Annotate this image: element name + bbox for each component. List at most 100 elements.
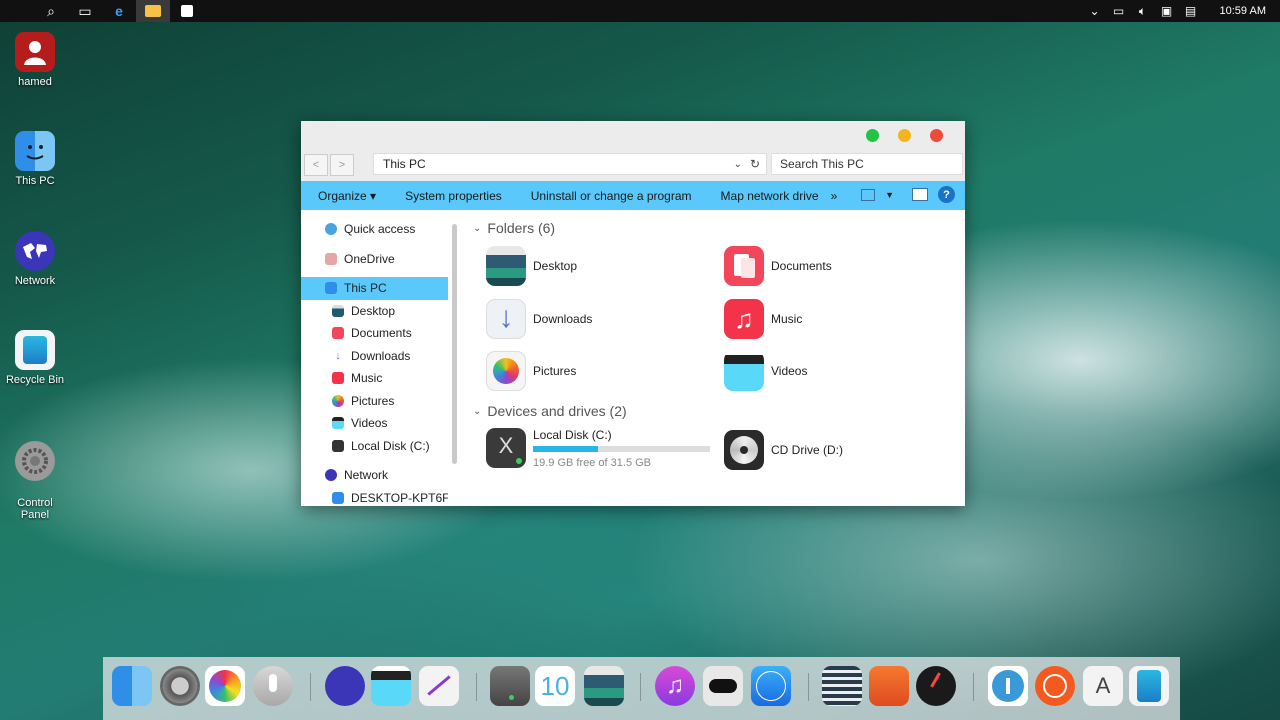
address-bar[interactable]: This PC ⌄ ↻ bbox=[373, 153, 767, 175]
folder-documents[interactable]: Documents bbox=[724, 246, 832, 286]
store-icon[interactable] bbox=[170, 0, 204, 22]
close-button[interactable] bbox=[930, 129, 943, 142]
folder-desktop[interactable]: Desktop bbox=[486, 246, 577, 286]
documents-icon bbox=[724, 246, 764, 286]
nav-item-videos[interactable]: Videos bbox=[301, 412, 448, 435]
edge-icon[interactable]: e bbox=[102, 0, 136, 22]
minimize-button[interactable] bbox=[898, 129, 911, 142]
file-explorer-icon[interactable] bbox=[136, 0, 170, 22]
system-preferences-icon[interactable] bbox=[160, 666, 200, 706]
desktop-icon-control-panel[interactable]: Control Panel bbox=[0, 429, 70, 533]
view-options-icon[interactable] bbox=[861, 188, 876, 201]
rocket-icon[interactable] bbox=[869, 666, 909, 706]
address-row: < > This PC ⌄ ↻ Search This PC bbox=[301, 151, 965, 181]
nav-item-quick-access[interactable]: Quick access bbox=[301, 218, 448, 241]
folder-downloads[interactable]: ↓ Downloads bbox=[486, 299, 592, 339]
drive-local-disk-c[interactable]: X Local Disk (C:) 19.9 GB free of 31.5 G… bbox=[486, 428, 710, 469]
globe-icon[interactable] bbox=[325, 666, 365, 706]
windows-10-icon[interactable]: 10 bbox=[535, 666, 575, 706]
cd-drive-icon bbox=[724, 430, 764, 470]
preview-pane-icon[interactable] bbox=[912, 188, 928, 201]
desktop-icon-this-pc[interactable]: This PC bbox=[0, 131, 70, 187]
drive-icon[interactable] bbox=[490, 666, 530, 706]
nav-item-music[interactable]: Music bbox=[301, 367, 448, 390]
organize-button[interactable]: Organize ▾ bbox=[301, 189, 388, 203]
pen-icon[interactable] bbox=[419, 666, 459, 706]
folder-music[interactable]: ♫ Music bbox=[724, 299, 802, 339]
chevron-down-icon: ⌄ bbox=[473, 405, 482, 417]
chevron-down-icon[interactable]: ⌄ bbox=[734, 159, 742, 170]
desktop-icon[interactable] bbox=[584, 666, 624, 706]
dashboard-icon[interactable] bbox=[916, 666, 956, 706]
devices-group-header[interactable]: ⌄ Devices and drives (2) bbox=[473, 403, 627, 419]
nav-item-this-pc[interactable]: This PC bbox=[301, 277, 448, 300]
command-bar: Organize ▾ System properties Uninstall o… bbox=[301, 181, 965, 210]
desktop-icon-label: Control Panel bbox=[17, 497, 53, 521]
drive-usage-bar bbox=[533, 446, 710, 452]
app-store-icon[interactable] bbox=[751, 666, 791, 706]
app-store-alt-icon[interactable]: A bbox=[1083, 666, 1123, 706]
drive-detail: 19.9 GB free of 31.5 GB bbox=[533, 457, 652, 469]
documents-icon bbox=[332, 327, 344, 340]
title-bar[interactable] bbox=[301, 121, 965, 151]
nav-item-desktop-kpt6f75[interactable]: DESKTOP-KPT6F75 bbox=[301, 487, 448, 507]
nav-item-label: Local Disk (C:) bbox=[351, 438, 430, 453]
action-center-icon[interactable]: ▤ bbox=[1182, 4, 1200, 18]
itunes-icon[interactable]: ♫ bbox=[655, 666, 695, 706]
nav-item-label: Quick access bbox=[344, 222, 416, 237]
gear-icon bbox=[15, 441, 55, 481]
nav-item-onedrive[interactable]: OneDrive bbox=[301, 248, 448, 271]
user-icon bbox=[15, 32, 55, 72]
cloud-icon[interactable] bbox=[703, 666, 743, 706]
nav-item-label: Videos bbox=[351, 416, 388, 431]
nav-item-downloads[interactable]: ↓ Downloads bbox=[301, 345, 448, 368]
recycle-bin-icon[interactable] bbox=[1129, 666, 1169, 706]
nav-item-documents[interactable]: Documents bbox=[301, 322, 448, 345]
finder-icon[interactable] bbox=[112, 666, 152, 706]
maximize-button[interactable] bbox=[866, 129, 879, 142]
server-icon[interactable] bbox=[822, 666, 862, 706]
drive-cd-d[interactable]: CD Drive (D:) bbox=[724, 430, 843, 470]
uninstall-program-button[interactable]: Uninstall or change a program bbox=[514, 189, 704, 203]
system-properties-button[interactable]: System properties bbox=[388, 189, 514, 203]
nav-item-desktop[interactable]: Desktop bbox=[301, 300, 448, 323]
task-view-icon[interactable]: ▭ bbox=[68, 0, 102, 22]
volume-icon[interactable]: 🔈︎ bbox=[1134, 4, 1152, 19]
videos-icon[interactable] bbox=[371, 666, 411, 706]
more-commands-button[interactable]: » bbox=[831, 189, 850, 203]
power-icon[interactable] bbox=[1035, 666, 1075, 706]
drive-label: Local Disk (C:) bbox=[533, 428, 612, 442]
folders-group-header[interactable]: ⌄ Folders (6) bbox=[473, 220, 555, 236]
address-text: This PC bbox=[383, 157, 426, 171]
help-icon[interactable]: ? bbox=[938, 186, 955, 203]
info-icon[interactable] bbox=[988, 666, 1028, 706]
nav-item-network[interactable]: Network bbox=[301, 464, 448, 487]
map-network-drive-button[interactable]: Map network drive bbox=[704, 189, 831, 203]
forward-button[interactable]: > bbox=[330, 154, 354, 176]
navigation-pane: Quick access OneDrive This PC Desktop Do… bbox=[301, 210, 448, 506]
game-center-icon[interactable] bbox=[205, 666, 245, 706]
search-icon[interactable]: ⌕ bbox=[34, 0, 68, 22]
network-icon[interactable]: ▣ bbox=[1158, 4, 1176, 18]
drive-label: CD Drive (D:) bbox=[771, 443, 843, 457]
siri-icon[interactable] bbox=[253, 666, 293, 706]
back-button[interactable]: < bbox=[304, 154, 328, 176]
apple-icon[interactable] bbox=[0, 0, 34, 22]
battery-icon[interactable]: ▭ bbox=[1110, 4, 1128, 18]
search-input[interactable]: Search This PC bbox=[771, 153, 963, 175]
nav-item-local-disk[interactable]: Local Disk (C:) bbox=[301, 435, 448, 458]
desktop-icon-network[interactable]: Network bbox=[0, 231, 70, 287]
folder-videos[interactable]: Videos bbox=[724, 351, 807, 391]
desktop-icon-hamed[interactable]: hamed bbox=[0, 32, 70, 88]
clock[interactable]: 10:59 AM bbox=[1220, 5, 1266, 17]
chevron-up-icon[interactable]: ⌄ bbox=[1086, 4, 1104, 18]
chevron-right-icon: > bbox=[338, 159, 346, 171]
refresh-icon[interactable]: ↻ bbox=[750, 157, 760, 171]
view-dropdown-icon[interactable]: ▼ bbox=[885, 190, 894, 200]
nav-item-label: OneDrive bbox=[344, 251, 395, 266]
computer-icon bbox=[332, 491, 344, 504]
nav-item-pictures[interactable]: Pictures bbox=[301, 390, 448, 413]
desktop-icon-recycle-bin[interactable]: Recycle Bin bbox=[0, 330, 70, 386]
folder-pictures[interactable]: Pictures bbox=[486, 351, 576, 391]
nav-scrollbar[interactable] bbox=[452, 224, 457, 464]
